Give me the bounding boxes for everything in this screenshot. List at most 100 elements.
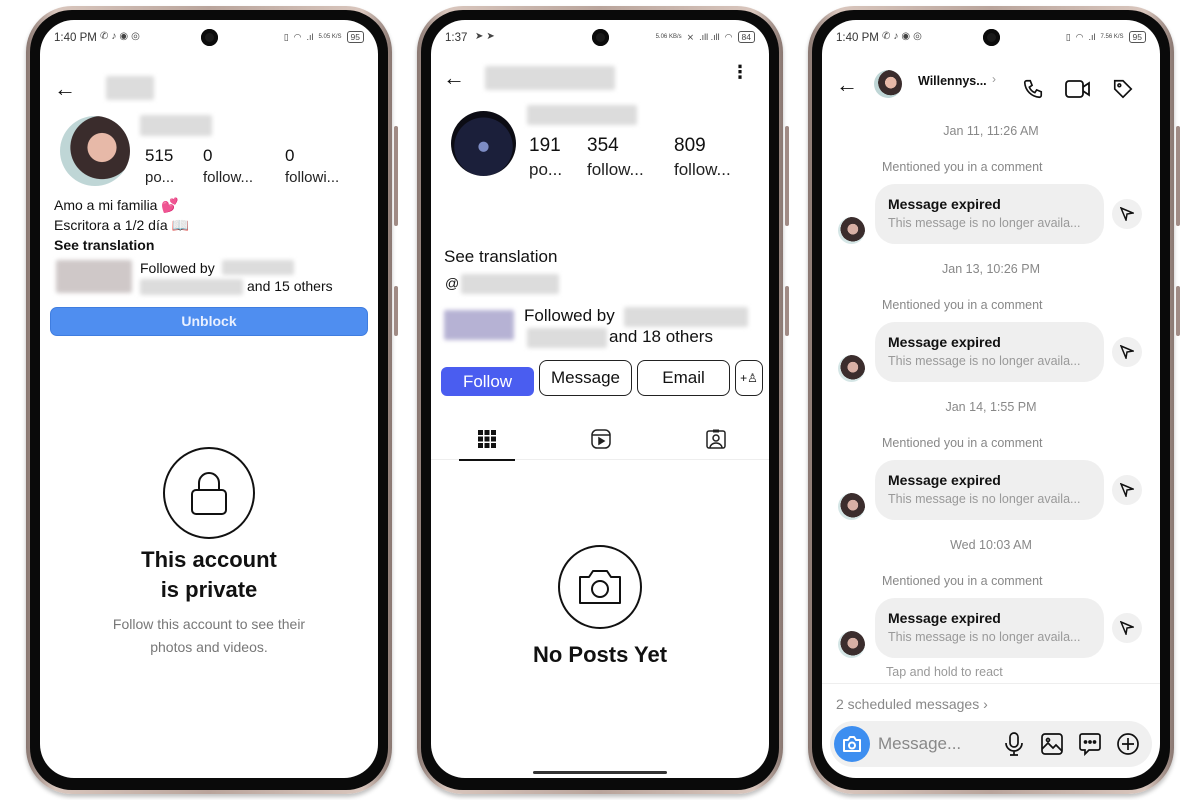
email-button[interactable]: Email xyxy=(637,360,730,396)
suggest-people-button[interactable]: +♙ xyxy=(735,360,763,396)
share-button[interactable] xyxy=(1112,613,1142,643)
bio-line: Amo a mi familia 💕 xyxy=(54,197,179,213)
front-camera xyxy=(201,29,218,46)
tab-grid[interactable] xyxy=(459,418,515,461)
vibrate-icon: ▯ xyxy=(283,31,289,42)
profile-actions: Follow Message Email +♙ xyxy=(441,360,763,396)
stat-following[interactable]: 0 followi... xyxy=(285,146,339,186)
profile-avatar[interactable] xyxy=(451,111,516,176)
followed-by[interactable]: Followed by xyxy=(524,306,615,326)
phone-direct-messages: 1:40 PM ✆♪◉◎ ▯ ◠ .ıl 7.56 K/S 95 ← Wille… xyxy=(808,6,1180,794)
private-subtext: Follow this account to see their photos … xyxy=(112,616,306,655)
threads-icon[interactable]: @ xyxy=(445,275,459,291)
display-name-redacted xyxy=(140,115,212,136)
share-button[interactable] xyxy=(1112,337,1142,367)
microphone-icon[interactable] xyxy=(1005,732,1023,761)
share-button[interactable] xyxy=(1112,475,1142,505)
message-input[interactable] xyxy=(878,734,978,754)
message-context: Mentioned you in a comment xyxy=(882,160,1043,174)
power-button xyxy=(1176,286,1180,336)
profile-tabs xyxy=(431,418,769,461)
stat-posts[interactable]: 515 po... xyxy=(145,146,174,186)
volume-button xyxy=(1176,126,1180,226)
phone-private-profile: 1:40 PM ✆♪◉◎ ▯ ◠ .ıl 5.05 K/S 95 ← 515 p… xyxy=(26,6,398,794)
more-options-icon[interactable]: ⋮ xyxy=(731,63,749,81)
follower-name-redacted xyxy=(222,260,294,275)
telegram-icons: ➤➤ xyxy=(475,31,498,42)
contact-name[interactable]: Willennys... xyxy=(918,74,987,88)
stat-followers[interactable]: 354 follow... xyxy=(587,135,644,180)
network-speed: 5.05 K/S xyxy=(318,34,342,40)
phone-no-posts-profile: 1:37 ➤➤ 5.06 KB/s ⨯ .ıll .ıll ◠ 84 ← ⋮ 1… xyxy=(417,6,789,794)
add-person-icon: +♙ xyxy=(740,371,758,385)
message-bubble[interactable]: Message expired This message is no longe… xyxy=(875,598,1104,658)
video-call-icon[interactable] xyxy=(1065,78,1091,105)
username-header-redacted xyxy=(485,66,615,90)
status-bar: 1:37 ➤➤ 5.06 KB/s ⨯ .ıll .ıll ◠ 84 xyxy=(431,20,769,54)
grid-icon xyxy=(478,430,496,448)
message-bubble[interactable]: Message expired This message is no longe… xyxy=(875,184,1104,244)
unblock-button[interactable]: Unblock xyxy=(50,307,368,336)
message-bubble[interactable]: Message expired This message is no longe… xyxy=(875,322,1104,382)
sender-avatar[interactable] xyxy=(838,493,865,520)
send-icon xyxy=(1120,483,1134,497)
sender-avatar[interactable] xyxy=(838,631,865,658)
camera-button[interactable] xyxy=(834,726,870,762)
follow-button[interactable]: Follow xyxy=(441,367,534,396)
back-arrow-icon[interactable]: ← xyxy=(836,74,858,96)
contact-avatar[interactable] xyxy=(874,70,902,98)
no-posts-title: No Posts Yet xyxy=(532,642,668,667)
phone-call-icon[interactable] xyxy=(1022,78,1044,105)
message-timestamp: Wed 10:03 AM xyxy=(950,538,1032,552)
stat-followers[interactable]: 0 follow... xyxy=(203,146,253,186)
followed-by-others[interactable]: and 18 others xyxy=(609,327,713,347)
bio: Amo a mi familia 💕 Escritora a 1/2 día 📖… xyxy=(54,195,189,255)
tag-icon[interactable] xyxy=(1112,78,1134,105)
see-translation-link[interactable]: See translation xyxy=(54,235,189,255)
profile-avatar[interactable] xyxy=(60,116,130,186)
add-circle-icon[interactable] xyxy=(1116,732,1140,761)
send-icon xyxy=(1120,621,1134,635)
send-icon xyxy=(1120,345,1134,359)
sender-avatar[interactable] xyxy=(838,217,865,244)
stat-following[interactable]: 809 follow... xyxy=(674,135,731,180)
status-time: 1:40 PM xyxy=(54,32,97,44)
message-button[interactable]: Message xyxy=(539,360,632,396)
notification-icons: ✆♪◉◎ xyxy=(882,31,925,42)
back-arrow-icon[interactable]: ← xyxy=(443,67,465,89)
status-time: 1:40 PM xyxy=(836,32,879,44)
wifi-icon: ◠ xyxy=(724,31,733,42)
stat-posts[interactable]: 191 po... xyxy=(529,135,562,180)
signal-icon: .ıll .ıll xyxy=(699,32,720,42)
followed-by[interactable]: Followed by xyxy=(140,258,215,278)
sender-avatar[interactable] xyxy=(838,355,865,382)
tab-tagged[interactable] xyxy=(688,418,744,460)
message-composer xyxy=(830,721,1152,767)
followed-by-others[interactable]: and 15 others xyxy=(247,276,333,296)
gallery-icon[interactable] xyxy=(1040,732,1064,761)
network-speed: 5.06 KB/s xyxy=(655,34,682,40)
message-timestamp: Jan 13, 10:26 PM xyxy=(942,262,1040,276)
network-speed: 7.56 K/S xyxy=(1100,34,1124,40)
followers-avatars-redacted xyxy=(56,260,132,293)
share-button[interactable] xyxy=(1112,199,1142,229)
chevron-right-icon[interactable]: › xyxy=(992,72,996,86)
mute-icon: ⨯ xyxy=(686,31,695,42)
tab-reels[interactable] xyxy=(573,418,629,460)
scheduled-messages-link[interactable]: 2 scheduled messages › xyxy=(822,683,1160,723)
message-context: Mentioned you in a comment xyxy=(882,298,1043,312)
sticker-chat-icon[interactable] xyxy=(1078,732,1102,761)
notification-icons: ✆♪◉◎ xyxy=(100,31,143,42)
follower-name-redacted xyxy=(527,328,607,348)
chat-header: ← Willennys... › xyxy=(822,54,1160,114)
message-bubble[interactable]: Message expired This message is no longe… xyxy=(875,460,1104,520)
home-indicator[interactable] xyxy=(533,771,667,774)
back-arrow-icon[interactable]: ← xyxy=(54,78,76,100)
message-timestamp: Jan 14, 1:55 PM xyxy=(945,400,1037,414)
see-translation-link[interactable]: See translation xyxy=(444,247,557,267)
volume-button xyxy=(785,126,789,226)
power-button xyxy=(394,286,398,336)
wifi-icon: ◠ xyxy=(293,31,302,42)
power-button xyxy=(785,286,789,336)
battery-indicator: 95 xyxy=(346,31,364,43)
